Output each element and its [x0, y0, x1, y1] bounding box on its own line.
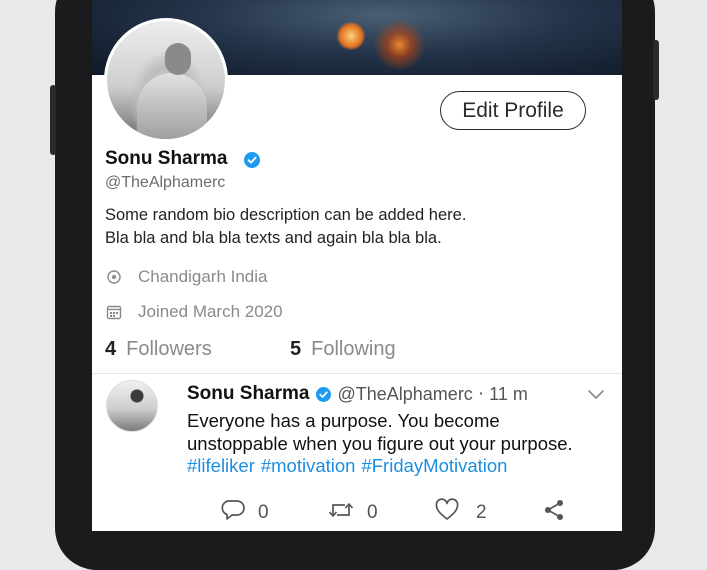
retweet-icon[interactable]	[327, 498, 355, 528]
share-action[interactable]	[541, 498, 567, 528]
location-pin-icon	[105, 268, 123, 286]
like-action[interactable]: 2	[434, 498, 487, 528]
followers-label: Followers	[126, 338, 212, 360]
tweet-text: Everyone has a purpose. You become unsto…	[187, 410, 573, 454]
joined-text: Joined March 2020	[138, 302, 283, 321]
following-label: Following	[311, 338, 396, 360]
tweet-header: Sonu Sharma @TheAlphamerc · 11 m	[187, 383, 528, 405]
reply-count: 0	[258, 502, 269, 523]
following-stat[interactable]: 5 Following	[290, 338, 396, 361]
share-icon[interactable]	[541, 498, 567, 528]
calendar-icon	[105, 303, 123, 321]
profile-screen: Edit Profile Sonu Sharma @TheAlphamerc S…	[92, 0, 622, 531]
profile-bio: Some random bio description can be added…	[105, 206, 467, 247]
tweet-author-name[interactable]: Sonu Sharma	[187, 383, 309, 405]
profile-name: Sonu Sharma	[105, 148, 228, 169]
tweet-hashtags: #lifeliker #motivation #FridayMotivation	[187, 455, 513, 477]
hashtag-link[interactable]: #lifeliker	[187, 455, 255, 476]
reply-action[interactable]: 0	[220, 498, 269, 528]
verified-badge-icon	[316, 386, 332, 402]
chevron-down-icon[interactable]	[587, 388, 605, 406]
like-count: 2	[476, 502, 487, 523]
verified-badge-icon	[244, 152, 260, 173]
following-count: 5	[290, 338, 302, 360]
reply-icon[interactable]	[220, 498, 246, 528]
hashtag-link[interactable]: #FridayMotivation	[361, 455, 507, 476]
like-icon[interactable]	[434, 498, 460, 528]
edit-profile-button[interactable]: Edit Profile	[440, 91, 586, 130]
banner-glow	[337, 22, 365, 50]
retweet-count: 0	[367, 502, 378, 523]
profile-location: Chandigarh India	[105, 267, 267, 287]
followers-count: 4	[105, 338, 117, 360]
profile-avatar[interactable]	[104, 18, 228, 142]
tweet-avatar[interactable]	[106, 380, 158, 432]
tweet-author-handle[interactable]: @TheAlphamerc	[337, 384, 472, 405]
profile-handle: @TheAlphamerc	[105, 174, 226, 191]
phone-side-button	[50, 85, 56, 155]
divider	[92, 373, 622, 374]
retweet-action[interactable]: 0	[327, 498, 378, 528]
tweet-separator: ·	[477, 383, 485, 404]
hashtag-link[interactable]: #motivation	[261, 455, 356, 476]
phone-side-button	[653, 40, 659, 100]
followers-stat[interactable]: 4 Followers	[105, 338, 212, 361]
profile-joined: Joined March 2020	[105, 302, 283, 322]
location-text: Chandigarh India	[138, 267, 268, 286]
tweet-timestamp: 11 m	[489, 383, 528, 404]
